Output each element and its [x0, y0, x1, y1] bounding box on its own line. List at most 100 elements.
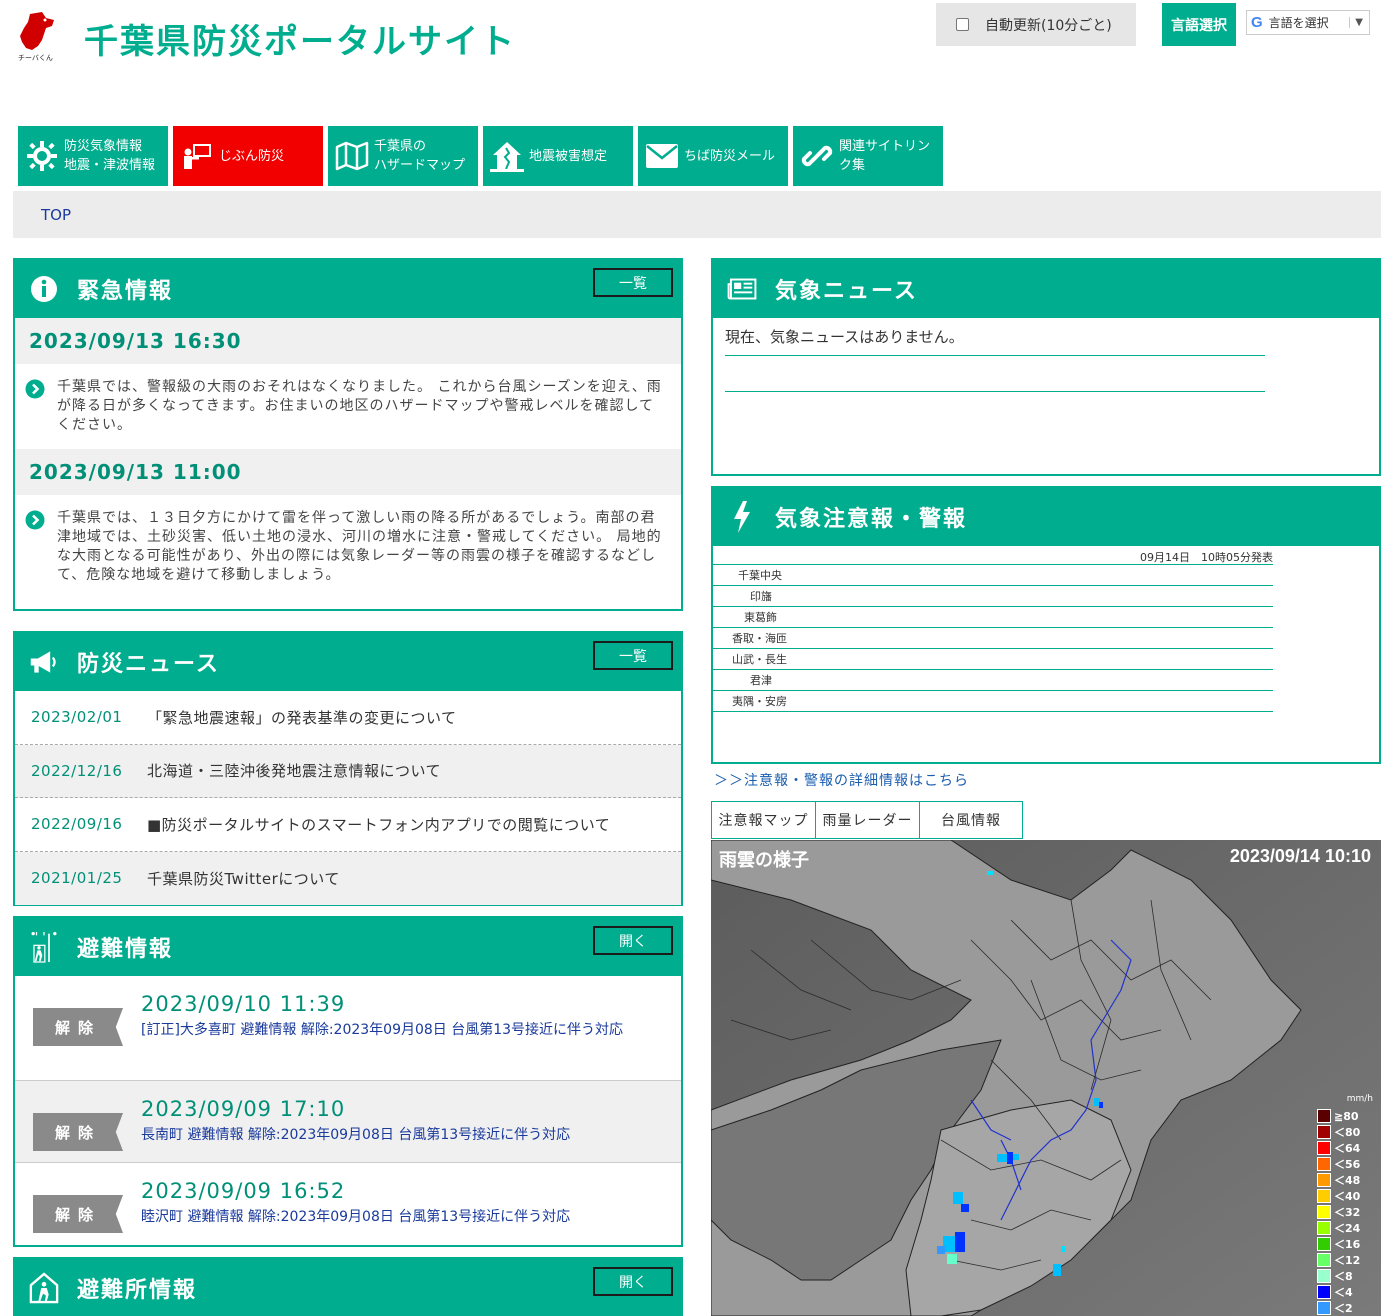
- nav-weather-earthquake[interactable]: 防災気象情報 地震・津波情報: [18, 126, 168, 186]
- legend-label: ＜40: [1334, 1190, 1361, 1203]
- evacuation-row[interactable]: 解除 2023/09/10 11:39 [訂正]大多喜町 避難情報 解除:202…: [15, 976, 681, 1081]
- evacuation-row[interactable]: 解除 2023/09/09 16:52 睦沢町 避難情報 解除:2023年09月…: [15, 1163, 681, 1245]
- legend-label: ＜16: [1334, 1238, 1361, 1251]
- region-name: 印旛: [750, 590, 772, 603]
- legend-swatch: [1317, 1237, 1331, 1251]
- tab-rain-radar[interactable]: 雨量レーダー: [815, 801, 919, 839]
- megaphone-icon: [29, 647, 59, 677]
- radar-timestamp: 2023/09/14 10:10: [1229, 846, 1371, 866]
- gear-icon: [24, 138, 60, 174]
- evacuation-open-button[interactable]: 開く: [593, 926, 673, 955]
- nav-label: 防災気象情報 地震・津波情報: [64, 139, 156, 173]
- chiba-kun-logo[interactable]: チーバくん: [12, 10, 64, 62]
- warning-region-row[interactable]: 印旛: [713, 586, 1273, 607]
- legend-swatch: [1317, 1125, 1331, 1139]
- damaged-house-icon: [489, 138, 525, 174]
- emergency-item[interactable]: 千葉県では、１３日夕方にかけて雷を伴って激しい雨の降る所があるでしょう。南部の君…: [15, 495, 681, 599]
- evacuation-date: 2023/09/09 16:52: [141, 1179, 346, 1203]
- warnings-issued-time: 09月14日 10時05分発表: [713, 546, 1273, 565]
- nav-my-disaster-prep[interactable]: じぶん防災: [173, 126, 323, 186]
- language-label: 言語選択: [1162, 3, 1236, 46]
- legend-row: ＜48: [1317, 1172, 1373, 1188]
- warning-region-row[interactable]: 千葉中央: [713, 565, 1273, 586]
- emergency-item[interactable]: 千葉県では、警報級の大雨のおそれはなくなりました。 これから台風シーズンを迎え、…: [15, 364, 681, 449]
- emergency-info-panel: 緊急情報 一覧 2023/09/13 16:30 千葉県では、警報級の大雨のおそ…: [13, 258, 683, 611]
- news-row[interactable]: 2023/02/01 「緊急地震速報」の発表基準の変更について: [15, 691, 681, 745]
- legend-row: ＜40: [1317, 1188, 1373, 1204]
- emergency-date: 2023/09/13 11:00: [15, 449, 681, 495]
- news-title[interactable]: ■防災ポータルサイトのスマートフォン内アプリでの閲覧について: [147, 814, 610, 835]
- evacuation-row[interactable]: 解除 2023/09/09 17:10 長南町 避難情報 解除:2023年09月…: [15, 1081, 681, 1163]
- auto-refresh-checkbox[interactable]: [956, 18, 969, 31]
- chevron-right-circle-icon: [25, 510, 45, 530]
- legend-label: ＜48: [1334, 1174, 1361, 1187]
- rain-radar-map[interactable]: 雨雲の様子 2023/09/14 10:10 mm/h ≧80 ＜80 ＜64 ＜56…: [711, 840, 1381, 1316]
- news-list-button[interactable]: 一覧: [593, 641, 673, 670]
- evacuation-text: 長南町 避難情報 解除:2023年09月08日 台風第13号接近に伴う対応: [141, 1127, 571, 1143]
- region-name: 夷隅・安房: [732, 695, 787, 708]
- news-row[interactable]: 2022/09/16 ■防災ポータルサイトのスマートフォン内アプリでの閲覧につい…: [15, 798, 681, 852]
- legend-label: ＜4: [1334, 1286, 1353, 1299]
- news-row[interactable]: 2022/12/16 北海道・三陸沖後発地震注意情報について: [15, 744, 681, 798]
- disaster-news-header: 防災ニュース 一覧: [15, 633, 681, 691]
- chevron-right-circle-icon: [25, 379, 45, 399]
- panel-title: 気象ニュース: [775, 279, 918, 304]
- evacuation-date: 2023/09/09 17:10: [141, 1097, 346, 1121]
- nav-hazard-map[interactable]: 千葉県の ハザードマップ: [328, 126, 478, 186]
- nav-related-links[interactable]: 関連サイトリン ク集: [793, 126, 943, 186]
- link-icon: [799, 138, 835, 174]
- panel-title: 避難情報: [77, 937, 174, 962]
- tab-warning-map[interactable]: 注意報マップ: [711, 801, 815, 839]
- news-title[interactable]: 「緊急地震速報」の発表基準の変更について: [147, 707, 457, 728]
- divider: [725, 391, 1265, 392]
- nav-chiba-disaster-mail[interactable]: ちば防災メール: [638, 126, 788, 186]
- emergency-list-button[interactable]: 一覧: [593, 268, 673, 297]
- legend-label: ＜80: [1334, 1126, 1361, 1139]
- legend-swatch: [1317, 1109, 1331, 1123]
- news-date: 2021/01/25: [31, 869, 123, 888]
- warning-region-row[interactable]: 夷隅・安房: [713, 691, 1273, 712]
- emergency-text: 千葉県では、１３日夕方にかけて雷を伴って激しい雨の降る所があるでしょう。南部の君…: [57, 510, 662, 583]
- map-tabs: 注意報マップ 雨量レーダー 台風情報: [711, 801, 1023, 839]
- weather-news-panel: 気象ニュース 現在、気象ニュースはありません。: [711, 258, 1381, 476]
- breadcrumb-top-link[interactable]: TOP: [41, 206, 71, 224]
- region-name: 千葉中央: [738, 569, 782, 582]
- tab-typhoon-info[interactable]: 台風情報: [919, 801, 1023, 839]
- panel-title: 緊急情報: [77, 279, 174, 304]
- legend-label: ＜24: [1334, 1222, 1361, 1235]
- warnings-detail-link[interactable]: ＞＞注意報・警報の詳細情報はこちら: [714, 770, 969, 790]
- site-title[interactable]: 千葉県防災ポータルサイト: [84, 14, 516, 63]
- language-select[interactable]: G 言語を選択 ▼: [1246, 10, 1370, 35]
- weather-warnings-panel: 気象注意報・警報 09月14日 10時05分発表 千葉中央 印旛 東葛飾 香取・…: [711, 486, 1381, 764]
- legend-row: ＜32: [1317, 1204, 1373, 1220]
- nav-earthquake-damage[interactable]: 地震被害想定: [483, 126, 633, 186]
- warning-region-row[interactable]: 東葛飾: [713, 607, 1273, 628]
- legend-row: ＜24: [1317, 1220, 1373, 1236]
- region-name: 君津: [750, 674, 772, 687]
- radar-map-image: [711, 840, 1381, 1316]
- warning-region-row[interactable]: 香取・海匝: [713, 628, 1273, 649]
- evacuation-text: [訂正]大多喜町 避難情報 解除:2023年09月08日 台風第13号接近に伴う…: [141, 1022, 624, 1038]
- legend-row: ＜8: [1317, 1268, 1373, 1284]
- language-select-value: 言語を選択: [1268, 16, 1329, 30]
- weather-news-text: 現在、気象ニュースはありません。: [725, 326, 1265, 356]
- warning-region-row[interactable]: 山武・長生: [713, 649, 1273, 670]
- region-name: 香取・海匝: [732, 632, 787, 645]
- warning-region-row[interactable]: 君津: [713, 670, 1273, 691]
- rain-legend: mm/h ≧80 ＜80 ＜64 ＜56 ＜48 ＜40 ＜32 ＜24 ＜16 ＜12 ＜8 ＜4 ＜…: [1317, 1094, 1373, 1316]
- region-name: 山武・長生: [732, 653, 787, 666]
- news-title[interactable]: 北海道・三陸沖後発地震注意情報について: [147, 760, 441, 781]
- shelter-open-button[interactable]: 開く: [593, 1267, 673, 1296]
- nav-label: じぶん防災: [219, 148, 285, 164]
- news-title[interactable]: 千葉県防災Twitterについて: [147, 868, 340, 889]
- legend-label: ＜8: [1334, 1270, 1353, 1283]
- news-row[interactable]: 2021/01/25 千葉県防災Twitterについて: [15, 851, 681, 905]
- breadcrumb: TOP: [13, 191, 1381, 238]
- nav-label: ちば防災メール: [684, 148, 776, 164]
- emergency-info-header: 緊急情報 一覧: [15, 260, 681, 318]
- map-icon: [334, 138, 370, 174]
- auto-refresh-toggle[interactable]: 自動更新(10分ごと): [936, 3, 1136, 46]
- news-date: 2022/12/16: [31, 761, 123, 780]
- legend-label: ＜2: [1334, 1302, 1353, 1315]
- logo-caption: チーバくん: [18, 54, 53, 62]
